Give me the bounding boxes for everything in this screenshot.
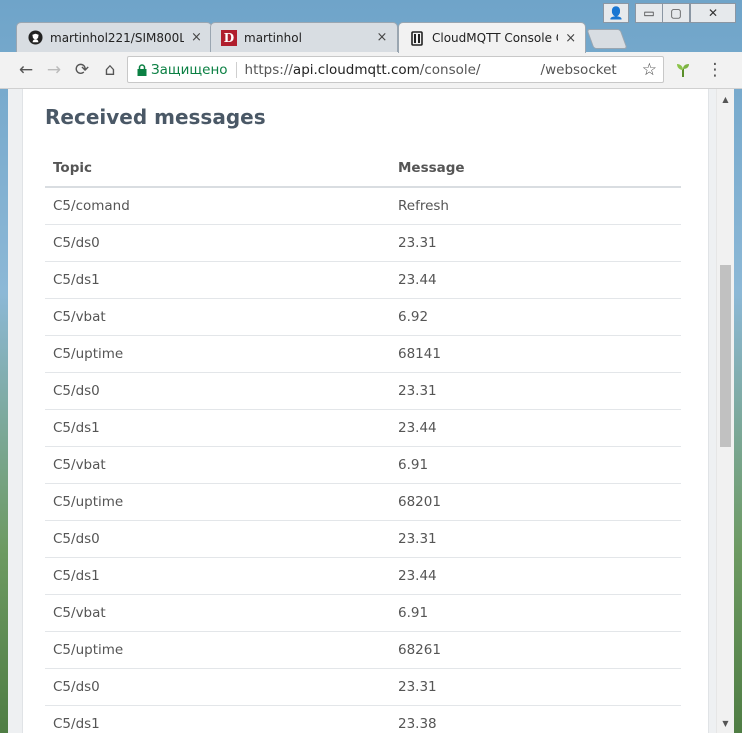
column-header-message: Message [390,149,681,188]
reload-button[interactable]: ⟳ [72,60,92,80]
message-cell: 6.91 [390,594,681,632]
github-icon [27,30,43,46]
topic-cell: C5/comand [45,187,390,225]
maximize-button[interactable]: ▢ [662,3,690,23]
column-header-topic: Topic [45,149,390,188]
table-row: C5/ds0 23.31 [45,520,681,558]
table-row: C5/uptime 68201 [45,483,681,521]
table-row: C5/ds0 23.31 [45,372,681,410]
table-row: C5/uptime 68141 [45,335,681,373]
message-cell: 23.44 [390,261,681,299]
table-row: C5/ds1 23.38 [45,705,681,733]
address-bar[interactable]: Защищено https://api.cloudmqtt.com/conso… [127,56,664,83]
page-title: Received messages [45,105,266,129]
table-row: C5/vbat 6.91 [45,594,681,632]
table-row: C5/ds0 23.31 [45,668,681,706]
table-row: C5/uptime 68261 [45,631,681,669]
new-tab-button[interactable] [586,29,628,49]
close-window-button[interactable]: ✕ [690,3,736,23]
message-cell: Refresh [390,187,681,225]
scroll-up-arrow-icon[interactable]: ▲ [717,91,734,107]
topic-cell: C5/ds0 [45,520,390,558]
tab-martinhol[interactable]: D martinhol × [210,22,398,52]
table-row: C5/ds0 23.31 [45,224,681,262]
message-cell: 68141 [390,335,681,373]
bookmark-star-icon[interactable]: ☆ [642,60,657,80]
device-icon [409,30,425,46]
table-row: C5/ds1 23.44 [45,261,681,299]
tab-label: martinhol221/SIM800L_ [50,30,184,45]
user-icon[interactable]: 👤 [603,3,629,23]
messages-table: Topic Message C5/comand Refresh C5/ds0 23.3… [45,149,681,733]
url-text: https://api.cloudmqtt.com/console/ /webs… [245,62,617,78]
scroll-down-arrow-icon[interactable]: ▼ [717,715,734,731]
topic-cell: C5/ds1 [45,705,390,733]
message-cell: 68261 [390,631,681,669]
topic-cell: C5/uptime [45,335,390,373]
message-cell: 23.44 [390,557,681,595]
url-scheme: https:// [244,61,293,78]
divider [235,61,237,78]
message-cell: 23.31 [390,668,681,706]
topic-cell: C5/ds0 [45,372,390,410]
page-viewport: Received messages Topic Message C5/coman… [8,89,734,733]
topic-cell: C5/ds1 [45,409,390,447]
vertical-scrollbar[interactable]: ▲ ▼ [716,89,734,733]
chrome-menu-button[interactable]: ⋮ [705,60,725,80]
forward-button[interactable]: → [44,60,64,80]
table-header-row: Topic Message [45,149,681,188]
tab-label: martinhol [244,30,302,45]
url-host: api.cloudmqtt.com [292,61,420,78]
message-cell: 23.38 [390,705,681,733]
d-letter-icon: D [221,29,237,46]
table-row: C5/ds1 23.44 [45,409,681,447]
tab-strip: martinhol221/SIM800L_ × D martinhol × Cl… [0,0,742,53]
message-cell: 23.31 [390,224,681,262]
tab-close-button[interactable]: × [190,30,203,45]
topic-cell: C5/uptime [45,483,390,521]
browser-toolbar: ← → ⟳ ⌂ Защищено https://api.cloudmqtt.c… [0,52,742,89]
scrollbar-thumb[interactable] [720,265,731,447]
topic-cell: C5/vbat [45,446,390,484]
message-cell: 23.44 [390,409,681,447]
topic-cell: C5/vbat [45,298,390,336]
tab-label: CloudMQTT Console C5 [432,31,559,45]
tab-close-button[interactable]: × [375,30,389,45]
table-row: C5/ds1 23.44 [45,557,681,595]
topic-cell: C5/ds1 [45,261,390,299]
topic-cell: C5/uptime [45,631,390,669]
lock-icon [137,63,147,76]
topic-cell: C5/vbat [45,594,390,632]
topic-cell: C5/ds1 [45,557,390,595]
table-row: C5/comand Refresh [45,187,681,225]
secure-label: Защищено [151,61,228,78]
tab-cloudmqtt[interactable]: CloudMQTT Console C5 × [398,22,586,53]
minimize-button[interactable]: ▭ [635,3,663,23]
message-cell: 6.91 [390,446,681,484]
message-cell: 6.92 [390,298,681,336]
message-cell: 68201 [390,483,681,521]
topic-cell: C5/ds0 [45,224,390,262]
message-cell: 23.31 [390,520,681,558]
extension-sprout-icon[interactable] [673,60,693,80]
tab-close-button[interactable]: × [564,31,577,46]
table-row: C5/vbat 6.91 [45,446,681,484]
url-path: /console/ /websocket [419,61,617,78]
message-cell: 23.31 [390,372,681,410]
home-button[interactable]: ⌂ [100,60,120,80]
messages-card: Received messages Topic Message C5/coman… [22,89,709,733]
tab-github[interactable]: martinhol221/SIM800L_ × [16,22,212,52]
back-button[interactable]: ← [16,60,36,80]
topic-cell: C5/ds0 [45,668,390,706]
table-row: C5/vbat 6.92 [45,298,681,336]
